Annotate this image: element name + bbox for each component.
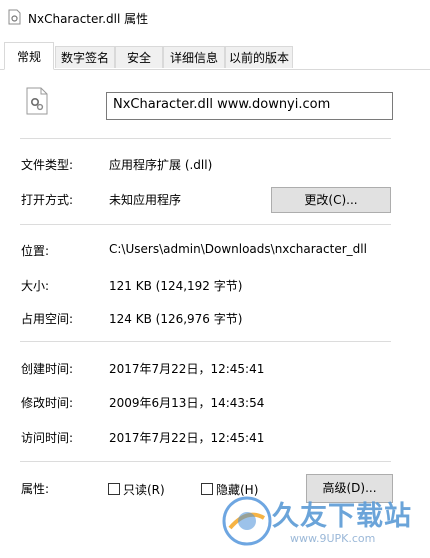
size-on-disk-label: 占用空间: (21, 312, 74, 326)
attributes-label: 属性: (21, 482, 50, 496)
location-value: C:\Users\admin\Downloads\nxcharacter_dll (109, 242, 367, 256)
window-title: NxCharacter.dll 属性 (28, 12, 149, 26)
general-panel: NxCharacter.dll www.downyi.com 文件类型: 应用程… (0, 70, 430, 558)
created-value: 2017年7月22日，12:45:41 (109, 362, 265, 376)
tab-general[interactable]: 常规 (4, 42, 54, 70)
change-button[interactable]: 更改(C)... (271, 187, 391, 213)
divider (20, 341, 391, 342)
divider (20, 461, 391, 462)
modified-label: 修改时间: (21, 396, 74, 410)
tab-details[interactable]: 详细信息 (163, 46, 225, 68)
size-label: 大小: (21, 279, 50, 293)
tab-bar: 常规 数字签名 安全 详细信息 以前的版本 (0, 36, 430, 70)
file-type-label: 文件类型: (21, 158, 74, 172)
modified-value: 2009年6月13日，14:43:54 (109, 396, 265, 410)
file-name-field[interactable]: NxCharacter.dll www.downyi.com (106, 92, 393, 120)
dll-file-icon (8, 9, 21, 25)
size-on-disk-value: 124 KB (126,976 字节) (109, 312, 243, 326)
accessed-value: 2017年7月22日，12:45:41 (109, 431, 265, 445)
location-label: 位置: (21, 244, 50, 258)
divider (20, 138, 391, 139)
divider (20, 224, 391, 225)
created-label: 创建时间: (21, 362, 74, 376)
hidden-checkbox[interactable] (201, 483, 213, 495)
readonly-label[interactable]: 只读(R) (123, 481, 165, 498)
file-type-value: 应用程序扩展 (.dll) (109, 158, 213, 172)
dll-settings-file-icon (26, 87, 48, 115)
advanced-button[interactable]: 高级(D)... (306, 474, 393, 503)
tab-security[interactable]: 安全 (115, 46, 163, 68)
hidden-label[interactable]: 隐藏(H) (216, 481, 258, 498)
size-value: 121 KB (124,192 字节) (109, 279, 243, 293)
title-bar: NxCharacter.dll 属性 (0, 0, 430, 36)
open-with-value: 未知应用程序 (109, 193, 182, 207)
readonly-checkbox[interactable] (108, 483, 120, 495)
tab-previous-versions[interactable]: 以前的版本 (225, 46, 293, 68)
tab-digital-signatures[interactable]: 数字签名 (55, 46, 115, 68)
open-with-label: 打开方式: (21, 193, 74, 207)
accessed-label: 访问时间: (21, 431, 74, 445)
